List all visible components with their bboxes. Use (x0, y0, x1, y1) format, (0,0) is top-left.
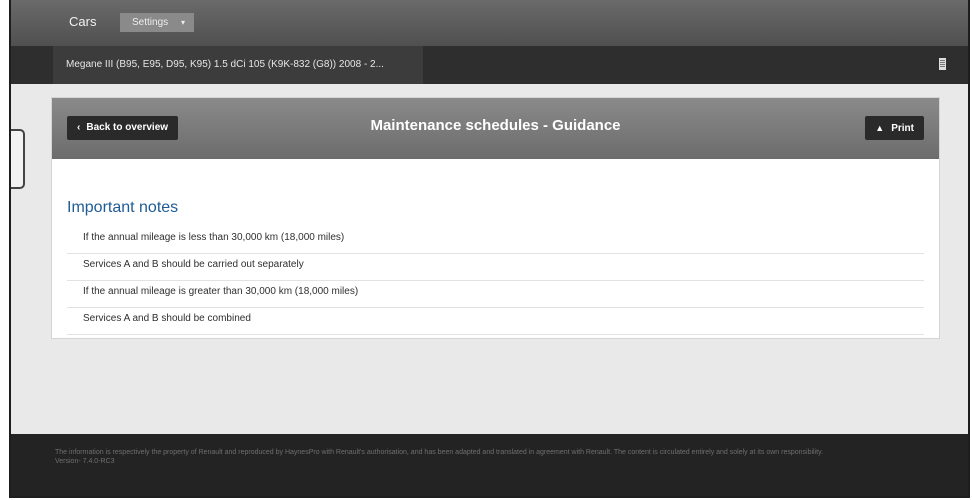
chevron-down-icon: ▾ (180, 18, 185, 27)
footer-version: Version- 7.4.0-RC3 (55, 458, 115, 465)
settings-dropdown[interactable]: Settings ▾ (120, 13, 194, 32)
footer: The information is respectively the prop… (11, 434, 968, 496)
important-notes-heading: Important notes (67, 199, 179, 216)
notes-list: If the annual mileage is less than 30,00… (67, 227, 924, 335)
note-item: If the annual mileage is less than 30,00… (67, 227, 924, 254)
vehicle-bar: Megane III (B95, E95, D95, K95) 1.5 dCi … (11, 46, 968, 84)
card-header: ‹ Back to overview Maintenance schedules … (52, 98, 939, 159)
top-navigation: Cars Settings ▾ (11, 0, 968, 46)
guidance-card: ‹ Back to overview Maintenance schedules … (51, 97, 940, 339)
printer-icon: ▲ (875, 123, 885, 133)
print-button[interactable]: ▲ Print (865, 116, 924, 140)
footer-disclaimer: The information is respectively the prop… (55, 449, 824, 456)
footer-text: The information is respectively the prop… (55, 448, 915, 466)
vehicle-selector[interactable]: Megane III (B95, E95, D95, K95) 1.5 dCi … (53, 46, 423, 84)
note-item: Services A and B should be carried out s… (67, 254, 924, 281)
app-frame: Cars Settings ▾ Megane III (B95, E95, D9… (9, 0, 970, 498)
note-item: Services A and B should be combined (67, 308, 924, 335)
note-item: If the annual mileage is greater than 30… (67, 281, 924, 308)
document-icon[interactable] (939, 58, 946, 70)
side-drawer-handle[interactable] (11, 129, 25, 189)
print-button-label: Print (891, 123, 914, 134)
page-title: Maintenance schedules - Guidance (370, 117, 621, 134)
nav-cars-tab[interactable]: Cars (55, 10, 110, 36)
settings-label: Settings (132, 17, 169, 28)
